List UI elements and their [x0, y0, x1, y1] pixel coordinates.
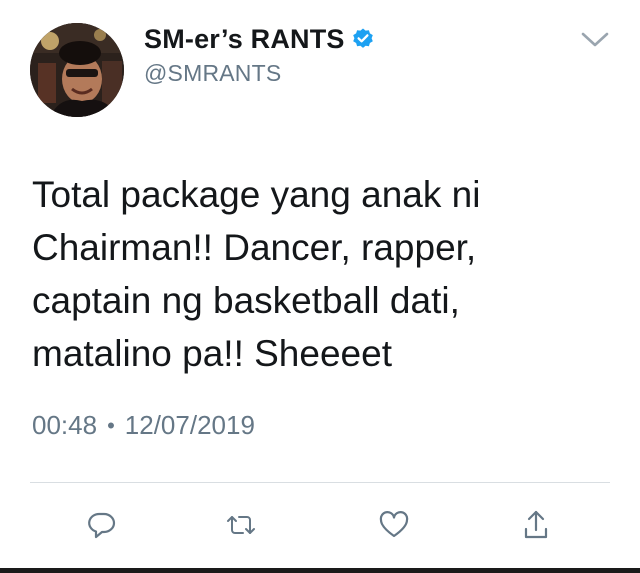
- avatar-photo: [30, 23, 124, 117]
- like-button[interactable]: [374, 505, 414, 545]
- tweet-date: 12/07/2019: [124, 410, 255, 440]
- avatar[interactable]: [30, 23, 124, 117]
- retweet-button[interactable]: [221, 505, 261, 545]
- tweet-time: 00:48: [32, 410, 98, 440]
- share-button[interactable]: [516, 505, 556, 545]
- bottom-edge-bar: [0, 568, 640, 573]
- heart-icon: [378, 510, 410, 540]
- tweet-text: Total package yang anak ni Chairman!! Da…: [32, 174, 481, 374]
- reply-button[interactable]: [82, 505, 122, 545]
- user-handle[interactable]: @SMRANTS: [144, 60, 281, 87]
- tweet-card: SM-er’s RANTS @SMRANTS Total package yan…: [0, 0, 640, 573]
- meta-separator: •: [107, 412, 115, 438]
- author-name-row[interactable]: SM-er’s RANTS: [144, 22, 375, 56]
- tweet-actions: [0, 505, 640, 549]
- share-icon: [521, 508, 551, 542]
- display-name[interactable]: SM-er’s RANTS: [144, 24, 345, 55]
- divider: [30, 482, 610, 483]
- verified-badge-icon: [351, 27, 375, 51]
- tweet-timestamp[interactable]: 00:48 • 12/07/2019: [32, 410, 255, 441]
- retweet-icon: [225, 510, 257, 540]
- chevron-down-icon[interactable]: [579, 30, 611, 50]
- reply-bubble-icon: [87, 510, 117, 540]
